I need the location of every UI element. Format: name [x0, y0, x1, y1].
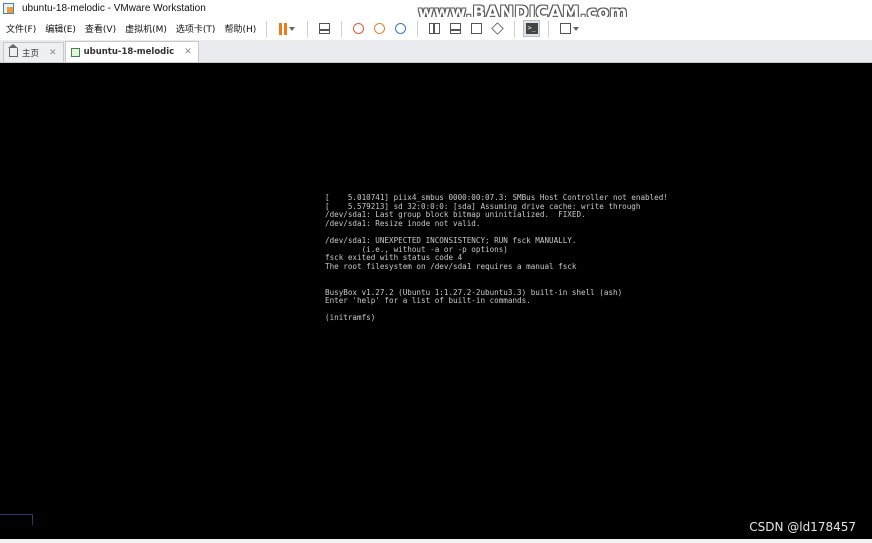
unity-button[interactable] [489, 20, 506, 37]
tab-vm[interactable]: ubuntu-18-melodic ✕ [64, 41, 199, 62]
home-icon [8, 44, 18, 57]
pause-icon [279, 22, 288, 35]
menu-edit[interactable]: 编辑(E) [41, 22, 80, 35]
toolbar: >_ [273, 20, 583, 37]
console-view-button[interactable]: >_ [523, 20, 541, 37]
stretch-guest-button[interactable] [557, 20, 581, 37]
console-line: (initramfs) [325, 313, 376, 323]
toolbar-separator [548, 20, 550, 37]
snapshot-icon [353, 23, 365, 34]
close-icon[interactable]: ✕ [184, 47, 192, 57]
toolbar-separator [266, 20, 268, 37]
fullscreen-button[interactable] [468, 20, 485, 37]
menu-bar: 文件(F) 编辑(E) 查看(V) 虚拟机(M) 选项卡(T) 帮助(H) >_ [0, 17, 872, 40]
tab-label: ubuntu-18-melodic [83, 47, 175, 57]
status-bar [0, 539, 872, 543]
pause-button[interactable] [275, 20, 299, 37]
unity-icon [491, 22, 504, 35]
send-ctrl-alt-del-button[interactable] [316, 20, 333, 37]
thumbnail-bar-button[interactable] [447, 20, 464, 37]
console-output: [ 5.010741] piix4_smbus 0000:00:07.3: SM… [325, 193, 668, 323]
revert-snapshot-button[interactable] [371, 20, 388, 37]
chevron-down-icon [289, 26, 296, 31]
menu-file[interactable]: 文件(F) [2, 22, 40, 35]
toolbar-separator [514, 20, 516, 37]
toolbar-separator [341, 20, 343, 37]
console-line: The root filesystem on /dev/sda1 require… [325, 261, 577, 271]
menu-vm[interactable]: 虚拟机(M) [121, 22, 171, 35]
window-title: ubuntu-18-melodic - VMware Workstation [22, 3, 206, 14]
toolbar-separator [417, 20, 419, 37]
console-line: /dev/sda1: Resize inode not valid. [325, 218, 481, 228]
stretch-guest-icon [559, 23, 571, 34]
manage-snapshots-icon [395, 23, 407, 34]
tab-strip: 主页 ✕ ubuntu-18-melodic ✕ [0, 40, 872, 63]
csdn-watermark: CSDN @ld178457 [749, 520, 856, 534]
revert-snapshot-icon [374, 23, 386, 34]
show-library-icon [429, 23, 441, 34]
console-line: Enter 'help' for a list of built-in comm… [325, 296, 531, 306]
fullscreen-icon [471, 23, 483, 34]
show-library-button[interactable] [426, 20, 443, 37]
chevron-down-icon [572, 26, 579, 31]
menu-tabs[interactable]: 选项卡(T) [172, 22, 220, 35]
tab-label: 主页 [22, 48, 40, 59]
vm-console[interactable]: [ 5.010741] piix4_smbus 0000:00:07.3: SM… [0, 63, 872, 539]
manage-snapshots-button[interactable] [392, 20, 409, 37]
vmware-app-icon [3, 3, 14, 14]
console-corner-mark [0, 514, 33, 525]
menu-help[interactable]: 帮助(H) [220, 22, 260, 35]
toolbar-separator [307, 20, 309, 37]
close-icon[interactable]: ✕ [49, 48, 57, 58]
thumbnail-bar-icon [450, 23, 462, 34]
menu-view[interactable]: 查看(V) [81, 22, 120, 35]
console-view-icon: >_ [525, 23, 538, 34]
send-keys-icon [319, 23, 331, 34]
vm-icon [70, 47, 80, 57]
tab-home[interactable]: 主页 ✕ [3, 42, 64, 62]
snapshot-button[interactable] [350, 20, 367, 37]
